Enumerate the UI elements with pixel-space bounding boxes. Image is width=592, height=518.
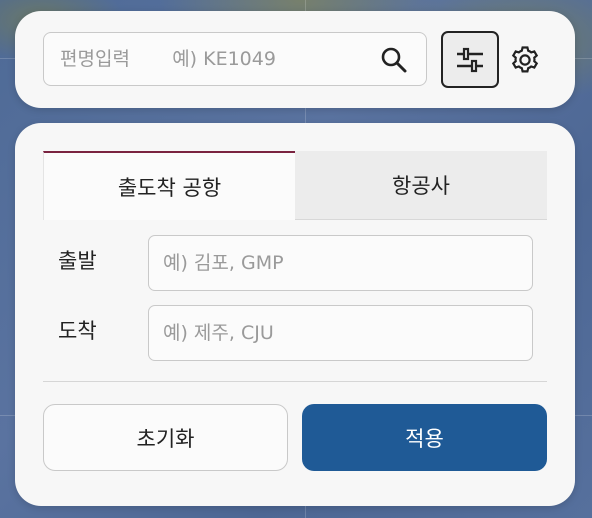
apply-button[interactable]: 적용 bbox=[302, 404, 547, 471]
filter-button[interactable] bbox=[441, 31, 499, 88]
sliders-icon bbox=[457, 47, 483, 72]
departure-row: 출발 bbox=[43, 235, 547, 291]
divider bbox=[43, 381, 547, 382]
flight-search-box[interactable] bbox=[43, 32, 427, 86]
departure-label: 출발 bbox=[58, 249, 97, 273]
arrival-label: 도착 bbox=[58, 319, 97, 343]
flight-number-input[interactable] bbox=[60, 48, 360, 70]
departure-input[interactable] bbox=[148, 235, 533, 291]
tab-bar: 출도착 공항 항공사 bbox=[43, 151, 547, 220]
arrival-row: 도착 bbox=[43, 305, 547, 361]
filter-panel: 출도착 공항 항공사 출발 도착 초기화 적용 bbox=[15, 123, 575, 506]
search-icon[interactable] bbox=[380, 46, 408, 74]
search-panel bbox=[15, 11, 575, 108]
tab-airport[interactable]: 출도착 공항 bbox=[43, 151, 295, 220]
gear-icon[interactable] bbox=[510, 45, 540, 75]
tab-airline[interactable]: 항공사 bbox=[295, 151, 547, 220]
reset-button[interactable]: 초기화 bbox=[43, 404, 288, 471]
arrival-input[interactable] bbox=[148, 305, 533, 361]
